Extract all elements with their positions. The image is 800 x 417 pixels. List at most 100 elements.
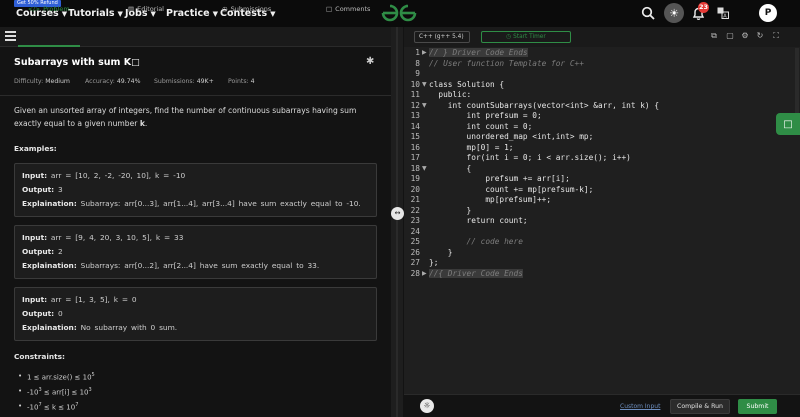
tab-submissions-label: Submissions <box>230 5 272 13</box>
chat-icon: □ <box>783 118 793 130</box>
line-number: 13 <box>410 111 420 120</box>
copy-icon[interactable]: ⧉ <box>709 31 719 41</box>
translate-icon[interactable]: A <box>717 7 729 19</box>
input-label: Input: <box>22 295 48 304</box>
code-line[interactable]: count += mp[prefsum-k]; <box>429 185 593 194</box>
example-box: Input: arr = [1, 3, 5], k = 0 Output: 0 … <box>14 287 377 341</box>
clock-icon: ◷ <box>222 5 228 13</box>
fold-chevron-icon[interactable]: ▶ <box>422 270 427 277</box>
example-explanation: No subarray with 0 sum. <box>80 323 178 332</box>
top-navbar: Get 50% Refund Courses ▼ Tutorials ▼ Jobs ▼… <box>0 0 800 27</box>
code-line[interactable]: { <box>429 164 472 173</box>
fold-chevron-icon[interactable]: ▼ <box>422 102 427 109</box>
tab-comments[interactable]: □ Comments <box>326 5 370 13</box>
submissions-value: 49K+ <box>196 78 214 85</box>
line-number: 24 <box>410 226 420 236</box>
chat-button[interactable]: □ <box>776 113 800 135</box>
tab-comments-label: Comments <box>335 5 371 13</box>
code-icon: </> <box>28 5 41 13</box>
fullscreen-icon[interactable]: ▢ <box>725 31 735 41</box>
submit-button[interactable]: Submit <box>738 399 777 414</box>
code-line[interactable]: } <box>429 248 453 257</box>
tab-problem[interactable]: </> Problem <box>28 5 70 13</box>
example-box: Input: arr = [9, 4, 20, 3, 10, 5], k = 3… <box>14 225 377 279</box>
tab-submissions[interactable]: ◷ Submissions <box>222 5 271 13</box>
fold-chevron-icon[interactable]: ▶ <box>422 49 427 56</box>
accuracy-value: 49.74% <box>116 78 141 85</box>
line-number: 16 <box>410 142 420 152</box>
code-line[interactable]: class Solution { <box>429 80 504 89</box>
accuracy-meta: Accuracy: 49.74% <box>85 78 140 85</box>
constraint-exponent: 7 <box>75 402 79 408</box>
code-line[interactable]: prefsum += arr[i]; <box>429 174 570 183</box>
bullet: • <box>18 372 23 380</box>
line-number: 21 <box>410 195 420 204</box>
constraint-text: -10 <box>27 388 39 397</box>
code-line[interactable]: // User function Template for C++ <box>429 59 584 68</box>
code-line[interactable]: } <box>429 206 472 215</box>
input-label: Input: <box>22 171 48 180</box>
code-line[interactable]: int countSubarrays(vector<int> &arr, int… <box>429 101 659 110</box>
resizer-line <box>396 27 398 417</box>
constraint-exponent: 3 <box>88 387 92 393</box>
code-line[interactable]: mp[prefsum]++; <box>429 195 551 204</box>
code-line[interactable]: int count = 0; <box>429 122 533 131</box>
code-line[interactable]: mp[0] = 1; <box>429 143 514 152</box>
fold-chevron-icon[interactable]: ▼ <box>422 81 427 88</box>
divider <box>0 95 391 96</box>
code-line[interactable]: public: <box>429 90 471 99</box>
code-line[interactable]: int prefsum = 0; <box>429 111 542 120</box>
code-line[interactable]: // } Driver Code Ends <box>429 48 528 57</box>
code-line[interactable]: }; <box>429 258 438 267</box>
line-number: 18 <box>410 163 420 173</box>
output-label: Output: <box>22 309 55 318</box>
tab-problem-label: Problem <box>43 5 70 13</box>
problem-tabs-bar <box>0 27 391 47</box>
nav-tutorials[interactable]: Tutorials ▼ <box>68 8 123 19</box>
nav-practice[interactable]: Practice ▼ <box>166 8 218 19</box>
code-line[interactable]: unordered_map <int,int> mp; <box>429 132 594 141</box>
code-line[interactable]: // code here <box>429 237 523 246</box>
code-line[interactable]: //{ Driver Code Ends <box>429 268 523 278</box>
document-icon: ▤ <box>128 5 135 13</box>
problem-title: Subarrays with sum K□ <box>14 57 140 68</box>
language-select-label: C++ (g++ 5.4) <box>419 34 464 40</box>
expand-icon[interactable]: ⛶ <box>771 31 781 41</box>
line-number: 12 <box>410 100 420 110</box>
resize-handle-icon[interactable]: ↔ <box>391 207 404 220</box>
active-tab-indicator <box>18 45 80 47</box>
language-select[interactable]: C++ (g++ 5.4) <box>414 31 470 43</box>
constraint-exponent: 5 <box>91 372 95 378</box>
compile-run-button[interactable]: Compile & Run <box>670 399 730 414</box>
example-input: arr = [9, 4, 20, 3, 10, 5], k = 33 <box>50 233 184 242</box>
reset-icon[interactable]: ↻ <box>755 31 765 41</box>
line-number: 10 <box>410 79 420 89</box>
code-line[interactable]: for(int i = 0; i < arr.size(); i++) <box>429 153 631 162</box>
custom-input-link[interactable]: Custom Input <box>620 403 660 410</box>
menu-icon[interactable] <box>5 31 16 43</box>
line-number: 11 <box>410 90 420 99</box>
gfg-logo[interactable] <box>380 3 418 23</box>
output-label: Output: <box>22 185 55 194</box>
line-number: 20 <box>410 184 420 194</box>
difficulty-label: Difficulty: <box>14 78 44 85</box>
report-bug-icon[interactable]: ✱ <box>366 56 374 67</box>
constraint-text: ≤ arr[i] ≤ 10 <box>41 388 89 397</box>
input-label: Input: <box>22 233 48 242</box>
description-text: Given an unsorted array of integers, fin… <box>14 106 357 128</box>
search-icon[interactable] <box>641 6 655 20</box>
explanation-label: Explaination: <box>22 261 77 270</box>
lightbulb-icon[interactable]: ☼ <box>420 399 434 413</box>
theme-toggle-button[interactable]: ☀ <box>664 3 684 23</box>
start-timer-button[interactable]: ◷ Start Timer <box>481 31 571 43</box>
points-value: 4 <box>250 78 255 85</box>
settings-icon[interactable]: ⚙ <box>740 31 750 41</box>
constraint-text: ≤ k ≤ 10 <box>41 403 76 412</box>
example-output: 2 <box>57 247 63 256</box>
line-number: 14 <box>410 121 420 131</box>
user-avatar[interactable]: P <box>759 4 777 22</box>
code-line[interactable]: return count; <box>429 216 528 225</box>
fold-chevron-icon[interactable]: ▼ <box>422 165 427 172</box>
tab-editorial[interactable]: ▤ Editorial <box>128 5 164 13</box>
bookmark-icon[interactable]: □ <box>131 58 140 68</box>
